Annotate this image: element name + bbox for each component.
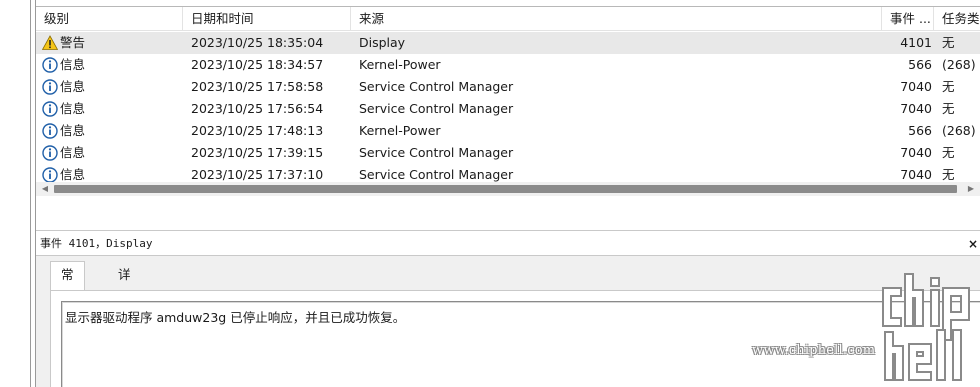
info-icon — [42, 145, 60, 161]
event-task-category: 无 — [942, 101, 955, 116]
event-detail-title: 事件 4101，Display — [40, 237, 153, 250]
event-level: 信息 — [42, 98, 182, 120]
info-icon — [42, 101, 60, 117]
event-source: Display — [359, 35, 406, 50]
event-row[interactable]: 信息 2023/10/25 17:48:13 Kernel-Power 566 (268… — [36, 120, 980, 142]
watermark-url: www.chiphell.com — [752, 343, 876, 358]
event-id: 7040 — [900, 79, 932, 94]
event-level: 信息 — [42, 76, 182, 98]
event-level-label: 信息 — [60, 145, 86, 160]
event-detail-pane: 常规 详细信息 显示器驱动程序 amduw23g 已停止响应，并且已成功恢复。 — [36, 256, 980, 387]
warning-icon — [42, 35, 60, 51]
scroll-left-icon[interactable]: ◀ — [38, 182, 52, 196]
info-icon — [42, 57, 60, 73]
event-level-label: 信息 — [60, 79, 86, 94]
event-task-category: 无 — [942, 35, 955, 50]
event-source: Kernel-Power — [359, 57, 441, 72]
event-source: Service Control Manager — [359, 101, 514, 116]
event-level-label: 警告 — [60, 35, 86, 50]
event-date: 2023/10/25 17:39:15 — [191, 145, 324, 160]
chiphell-logo — [882, 273, 970, 381]
close-icon[interactable]: × — [968, 231, 978, 257]
column-header-level[interactable]: 级别 — [36, 7, 183, 31]
scrollbar-thumb[interactable] — [54, 185, 957, 193]
event-date: 2023/10/25 18:35:04 — [191, 35, 324, 50]
event-level: 信息 — [42, 142, 182, 164]
event-date: 2023/10/25 18:34:57 — [191, 57, 324, 72]
scroll-right-icon[interactable]: ▶ — [964, 182, 978, 196]
tab-general[interactable]: 常规 — [50, 261, 85, 308]
column-header-event-id[interactable]: 事件 ... — [882, 7, 934, 31]
event-level: 信息 — [42, 120, 182, 142]
event-detail-header: 事件 4101，Display × — [36, 230, 980, 256]
window-border-left — [30, 0, 31, 387]
info-icon — [42, 79, 60, 95]
horizontal-scrollbar[interactable]: ◀ ▶ — [36, 182, 980, 196]
event-date: 2023/10/25 17:48:13 — [191, 123, 324, 138]
info-icon — [42, 123, 60, 139]
event-source: Kernel-Power — [359, 123, 441, 138]
tab-general-body: 显示器驱动程序 amduw23g 已停止响应，并且已成功恢复。 — [50, 290, 980, 387]
event-message-text: 显示器驱动程序 amduw23g 已停止响应，并且已成功恢复。 — [65, 310, 406, 325]
event-row[interactable]: 信息 2023/10/25 17:39:15 Service Control Man… — [36, 142, 980, 164]
column-header-date[interactable]: 日期和时间 — [183, 7, 351, 31]
event-id: 566 — [908, 57, 932, 72]
event-level-label: 信息 — [60, 123, 86, 138]
event-id: 7040 — [900, 145, 932, 160]
event-row[interactable]: 信息 2023/10/25 17:58:58 Service Control Man… — [36, 76, 980, 98]
column-header-task[interactable]: 任务类 — [934, 7, 980, 31]
event-list-header: 级别 日期和时间 来源 事件 ... 任务类 — [36, 7, 980, 31]
event-id: 566 — [908, 123, 932, 138]
event-id: 4101 — [900, 35, 932, 50]
event-date: 2023/10/25 17:56:54 — [191, 101, 324, 116]
event-task-category: (268) — [942, 57, 976, 72]
event-list[interactable]: 级别 日期和时间 来源 事件 ... 任务类 警告 2023/10/25 18:3… — [36, 6, 980, 200]
event-id: 7040 — [900, 101, 932, 116]
event-level-label: 信息 — [60, 101, 86, 116]
event-level: 警告 — [42, 32, 182, 54]
tab-details[interactable]: 详细信息 — [108, 264, 141, 348]
info-icon — [42, 167, 60, 183]
event-row[interactable]: 警告 2023/10/25 18:35:04 Display 4101 无 — [36, 32, 980, 54]
event-task-category: (268) — [942, 123, 976, 138]
event-row[interactable]: 信息 2023/10/25 18:34:57 Kernel-Power 566 (268… — [36, 54, 980, 76]
event-task-category: 无 — [942, 79, 955, 94]
event-level-label: 信息 — [60, 57, 86, 72]
event-date: 2023/10/25 17:58:58 — [191, 79, 324, 94]
event-source: Service Control Manager — [359, 145, 514, 160]
column-header-source[interactable]: 来源 — [351, 7, 882, 31]
event-source: Service Control Manager — [359, 79, 514, 94]
event-task-category: 无 — [942, 145, 955, 160]
event-level: 信息 — [42, 54, 182, 76]
event-row[interactable]: 信息 2023/10/25 17:56:54 Service Control Man… — [36, 98, 980, 120]
